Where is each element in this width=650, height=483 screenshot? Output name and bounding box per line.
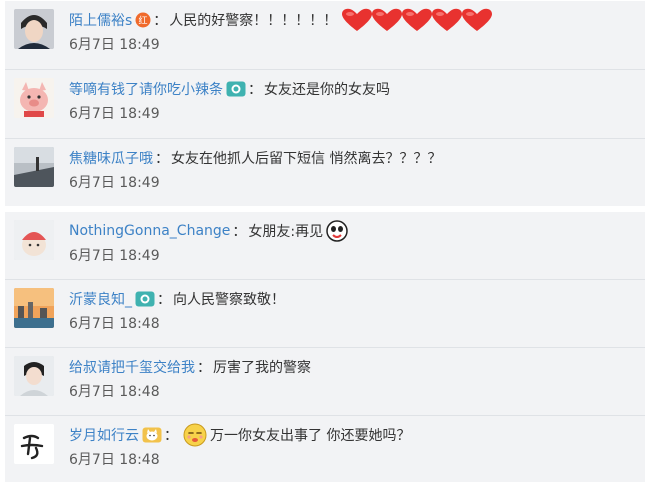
comment-text: 人民的好警察！！！！！！ <box>169 13 338 29</box>
comment-time: 6月7日 18:48 <box>69 452 160 468</box>
avatar[interactable] <box>14 424 54 464</box>
comment-row: 沂蒙良知_ ： 向人民警察致敬！ 6月7日 18:48 <box>5 280 645 348</box>
vip-red-badge-icon: 红 <box>135 12 151 28</box>
comment-row: 陌上儒裕s 红 ： 人民的好警察！！！！！！ 6月7日 18:49 <box>5 1 645 70</box>
comment-text: 女友在他抓人后留下短信 悄然离去？？？？ <box>171 151 442 167</box>
username[interactable]: 焦糖味瓜子哦 <box>69 148 153 168</box>
avatar[interactable] <box>14 356 54 396</box>
comment-row: NothingGonna_Change ： 女朋友:再见 6月7日 18:49 <box>5 212 645 280</box>
username[interactable]: NothingGonna_Change <box>69 223 230 239</box>
comment-text: 万一你女友出事了 你还要她吗？ <box>210 428 411 444</box>
comment-text: 厉害了我的警察 <box>213 360 311 376</box>
hearts-emoji <box>342 8 493 32</box>
username[interactable]: 陌上儒裕s <box>69 10 132 30</box>
avatar[interactable] <box>14 147 54 187</box>
wave-emoji <box>326 220 348 242</box>
svg-text:红: 红 <box>139 15 148 27</box>
comment-time: 6月7日 18:48 <box>69 384 160 400</box>
comment-time: 6月7日 18:49 <box>69 175 160 191</box>
heart-icon <box>432 8 463 31</box>
heart-icon <box>372 8 403 31</box>
heart-icon <box>402 8 433 31</box>
comment-row: 等嘀有钱了请你吃小辣条 ： 女友还是你的女友吗 6月7日 18:49 <box>5 70 645 139</box>
avatar[interactable] <box>14 9 54 49</box>
username[interactable]: 岁月如行云 <box>69 425 139 445</box>
comment-time: 6月7日 18:49 <box>69 106 160 122</box>
comment-text: 女友还是你的女友吗 <box>264 82 390 98</box>
avatar[interactable] <box>14 78 54 118</box>
comment-row: 焦糖味瓜子哦 ： 女友在他抓人后留下短信 悄然离去？？？？ 6月7日 18:49 <box>5 139 645 206</box>
heart-icon <box>342 8 373 31</box>
username[interactable]: 等嘀有钱了请你吃小辣条 <box>69 79 223 99</box>
username[interactable]: 沂蒙良知_ <box>69 289 132 309</box>
avatar[interactable] <box>14 220 54 260</box>
camera-badge-icon <box>226 81 246 97</box>
avatar[interactable] <box>14 288 54 328</box>
cat-badge-icon <box>142 427 162 443</box>
heart-icon <box>462 8 493 31</box>
comment-panel-top: 陌上儒裕s 红 ： 人民的好警察！！！！！！ 6月7日 18:49 等嘀有钱了请… <box>5 1 645 206</box>
comment-panel-bottom: NothingGonna_Change ： 女朋友:再见 6月7日 18:49 … <box>5 212 645 482</box>
comment-time: 6月7日 18:49 <box>69 37 160 53</box>
face-emoji <box>183 423 207 447</box>
comment-row: 岁月如行云 ： 万一你女友出事了 你还要她吗？ 6月7日 18:48 <box>5 416 645 482</box>
comment-text: 向人民警察致敬！ <box>173 292 285 308</box>
comment-time: 6月7日 18:48 <box>69 316 160 332</box>
camera-badge-icon <box>135 291 155 307</box>
comment-row: 给叔请把千玺交给我 ： 厉害了我的警察 6月7日 18:48 <box>5 348 645 416</box>
comment-text: 女朋友:再见 <box>248 224 324 240</box>
comment-time: 6月7日 18:49 <box>69 248 160 264</box>
username[interactable]: 给叔请把千玺交给我 <box>69 357 195 377</box>
